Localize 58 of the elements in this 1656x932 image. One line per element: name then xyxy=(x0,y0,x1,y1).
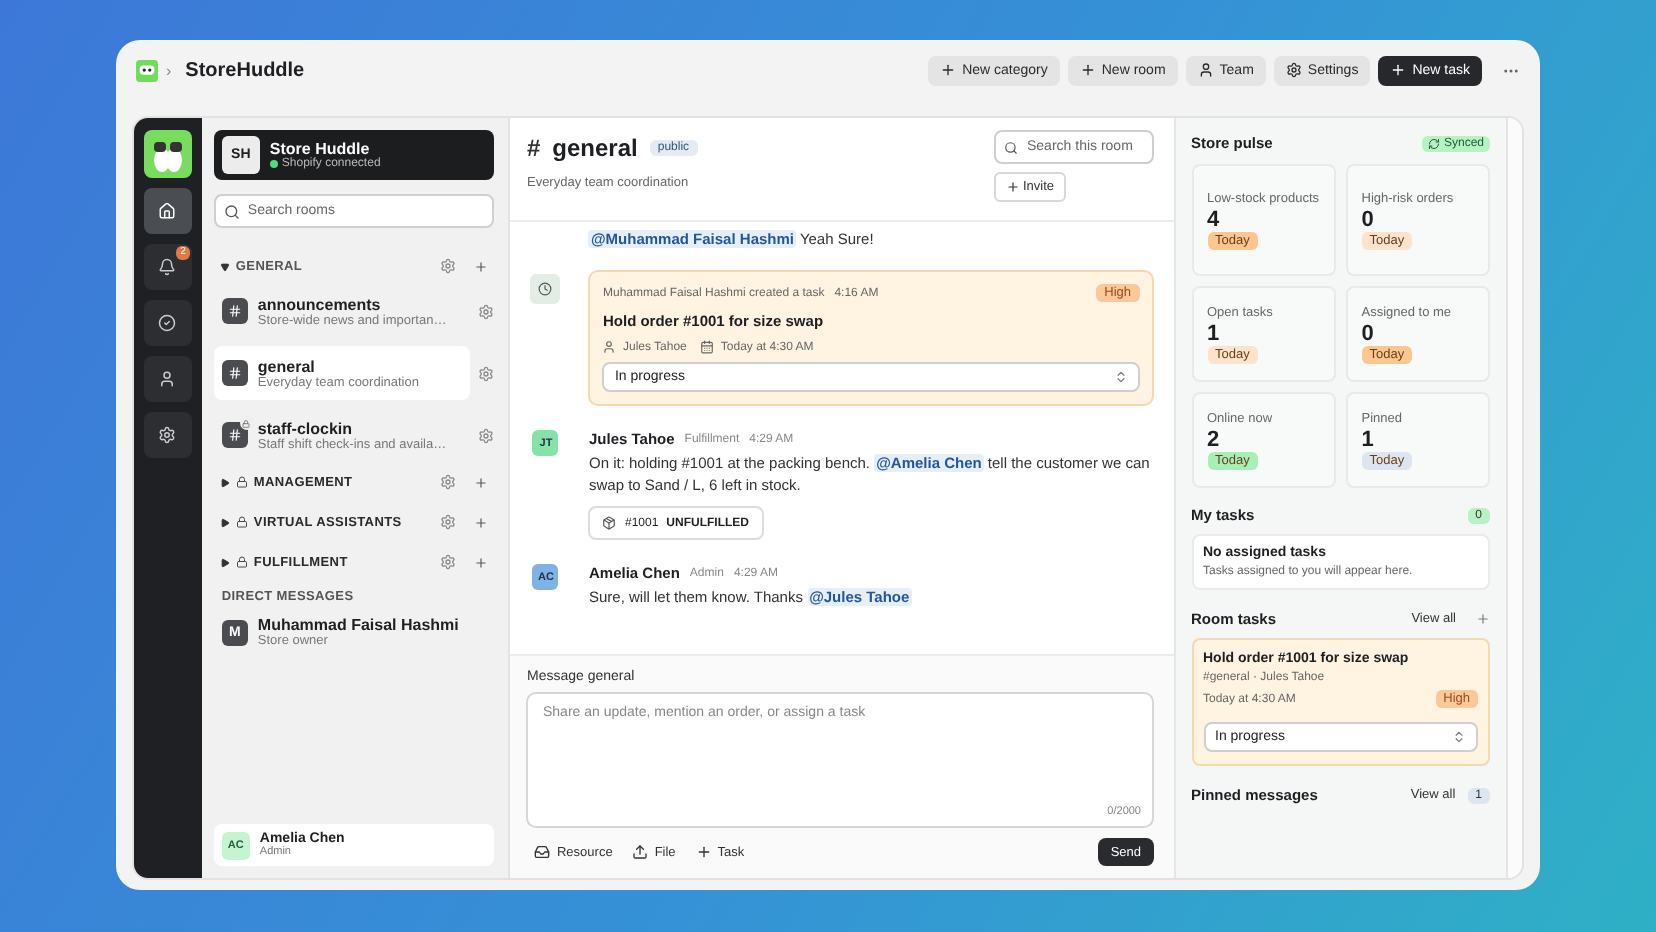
channel-name: general xyxy=(552,134,638,162)
app-name: StoreHuddle xyxy=(185,59,305,81)
check-circle-icon xyxy=(158,314,177,332)
room-name: staff-clockin xyxy=(257,419,355,437)
refresh-icon xyxy=(1427,137,1440,149)
plus-icon[interactable] xyxy=(474,259,489,273)
stat-value: 1 xyxy=(1207,322,1222,346)
room-name: announcements xyxy=(257,295,383,313)
settings-icon[interactable] xyxy=(478,303,495,319)
home-icon xyxy=(158,202,177,220)
caret-icon xyxy=(219,517,230,527)
plus-icon[interactable] xyxy=(474,515,489,529)
plus-icon xyxy=(1390,62,1407,78)
package-icon xyxy=(602,516,617,530)
breadcrumb-separator: › xyxy=(166,61,172,79)
caret-icon xyxy=(219,261,230,271)
settings-icon[interactable] xyxy=(440,514,457,530)
caret-icon xyxy=(219,477,230,487)
chevrons-icon xyxy=(1452,730,1466,744)
workspace-name: Store Huddle xyxy=(269,140,370,158)
upload-icon xyxy=(632,844,649,860)
plus-icon xyxy=(1005,180,1019,194)
stat-value: 1 xyxy=(1361,428,1376,452)
caret-icon xyxy=(219,557,230,567)
inbox-icon xyxy=(534,844,551,860)
settings-icon[interactable] xyxy=(478,427,495,443)
plus-icon[interactable] xyxy=(474,555,489,569)
calendar-icon xyxy=(700,340,715,354)
bell-icon xyxy=(158,258,177,276)
settings-icon[interactable] xyxy=(440,474,457,490)
plus-icon xyxy=(695,844,712,860)
plus-icon xyxy=(1079,62,1096,78)
dm-name: Muhammad Faisal Hashmi xyxy=(257,616,459,634)
room-name: general xyxy=(257,357,317,375)
settings-icon[interactable] xyxy=(440,554,457,570)
user-icon xyxy=(1197,62,1214,78)
chevrons-icon xyxy=(1113,370,1127,384)
settings-icon[interactable] xyxy=(440,258,457,274)
hash-symbol: # xyxy=(526,134,541,162)
stat-value: 0 xyxy=(1361,322,1376,346)
settings-icon xyxy=(1285,62,1302,78)
user-icon xyxy=(602,340,617,354)
stat-value: 0 xyxy=(1361,208,1376,232)
settings-icon xyxy=(158,426,177,444)
robot-logo-icon xyxy=(143,130,192,178)
rail-button[interactable] xyxy=(143,188,192,234)
user-icon xyxy=(158,370,177,388)
rail-button[interactable] xyxy=(143,356,192,402)
plus-icon[interactable] xyxy=(1476,612,1490,626)
stat-value: 4 xyxy=(1207,208,1222,232)
clock-icon xyxy=(530,274,561,304)
robot-logo-icon xyxy=(136,59,158,81)
rail-button[interactable] xyxy=(143,300,192,346)
settings-icon[interactable] xyxy=(478,365,495,381)
stat-value: 2 xyxy=(1207,428,1222,452)
rail-button[interactable] xyxy=(143,412,192,458)
plus-icon[interactable] xyxy=(474,475,489,489)
plus-icon xyxy=(940,62,957,78)
